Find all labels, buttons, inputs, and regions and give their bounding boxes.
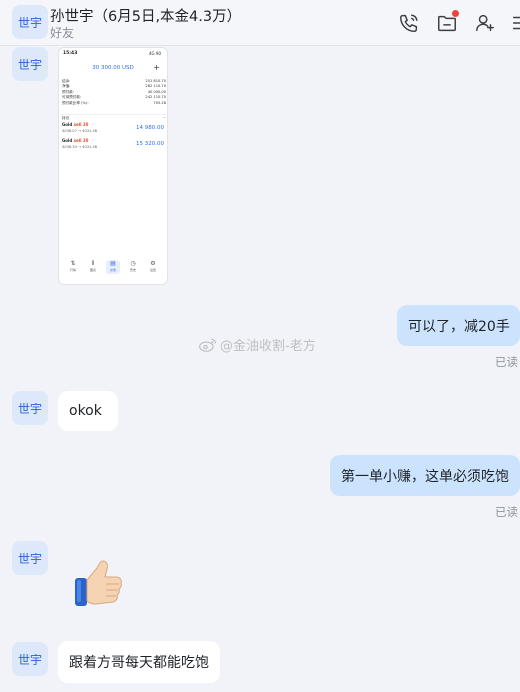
message-bubble-incoming[interactable]: 跟着方哥每天都能吃饱 — [58, 641, 220, 683]
trading-screenshot-image[interactable]: 15:43 4G 90 30 300.00 USD + 结余: 251 810.7… — [58, 47, 168, 285]
thumbs-up-emoji-icon[interactable] — [72, 556, 126, 610]
tab-settings: ⚙ 设置 — [149, 260, 156, 272]
contact-avatar[interactable]: 世宇 — [12, 47, 48, 81]
message-bubble-incoming[interactable]: okok — [58, 391, 118, 431]
chat-title[interactable]: 孙世宇（6月5日,本金4.3万） — [50, 5, 241, 26]
trade-row: Gold sell 20 4038.34 → 4031.58 15 320.00 — [62, 138, 164, 149]
contact-avatar[interactable]: 世宇 — [12, 642, 48, 676]
read-status: 已读 — [495, 355, 518, 369]
tab-trade: ▤ 交易 — [106, 260, 120, 274]
folder-icon[interactable] — [436, 10, 459, 34]
call-icon[interactable] — [398, 12, 420, 34]
read-status: 已读 — [495, 505, 518, 519]
unread-dot — [452, 10, 459, 17]
tab-history: ◷ 历史 — [129, 260, 136, 272]
message-bubble-outgoing[interactable]: 可以了，减20手 — [397, 305, 520, 346]
screenshot-plus-icon: + — [153, 63, 160, 72]
add-member-icon[interactable] — [474, 12, 496, 34]
positions-header: 持仓 ··· — [62, 114, 166, 120]
message-bubble-outgoing[interactable]: 第一单小赚，这单必须吃饱 — [330, 455, 520, 496]
watermark: @金油收割-老方 — [198, 335, 316, 354]
contact-avatar[interactable]: 世宇 — [12, 541, 48, 575]
chat-header: 世宇 孙世宇（6月5日,本金4.3万） 好友 — [0, 0, 520, 46]
account-row: 预付款比率 (%): 705.28 — [62, 100, 166, 105]
weibo-icon — [199, 338, 217, 352]
menu-icon[interactable] — [510, 12, 520, 34]
screenshot-time: 15:43 — [63, 51, 78, 56]
tab-quotes: ⇅ 行情 — [69, 260, 76, 272]
chat-subtitle: 好友 — [50, 26, 75, 40]
tab-chart: ⫴ 图表 — [89, 260, 96, 272]
screenshot-tabbar: ⇅ 行情 ⫴ 图表 ▤ 交易 ◷ 历史 ⚙ 设置 — [63, 260, 163, 276]
header-avatar[interactable]: 世宇 — [12, 5, 48, 39]
screenshot-status: 4G 90 — [148, 51, 161, 56]
screenshot-balance: 30 300.00 USD — [92, 65, 134, 71]
contact-avatar[interactable]: 世宇 — [12, 391, 48, 425]
screenshot-account-rows: 结余: 251 810.70 净值: 282 110.70 预付款: 40 000.0… — [62, 79, 166, 106]
